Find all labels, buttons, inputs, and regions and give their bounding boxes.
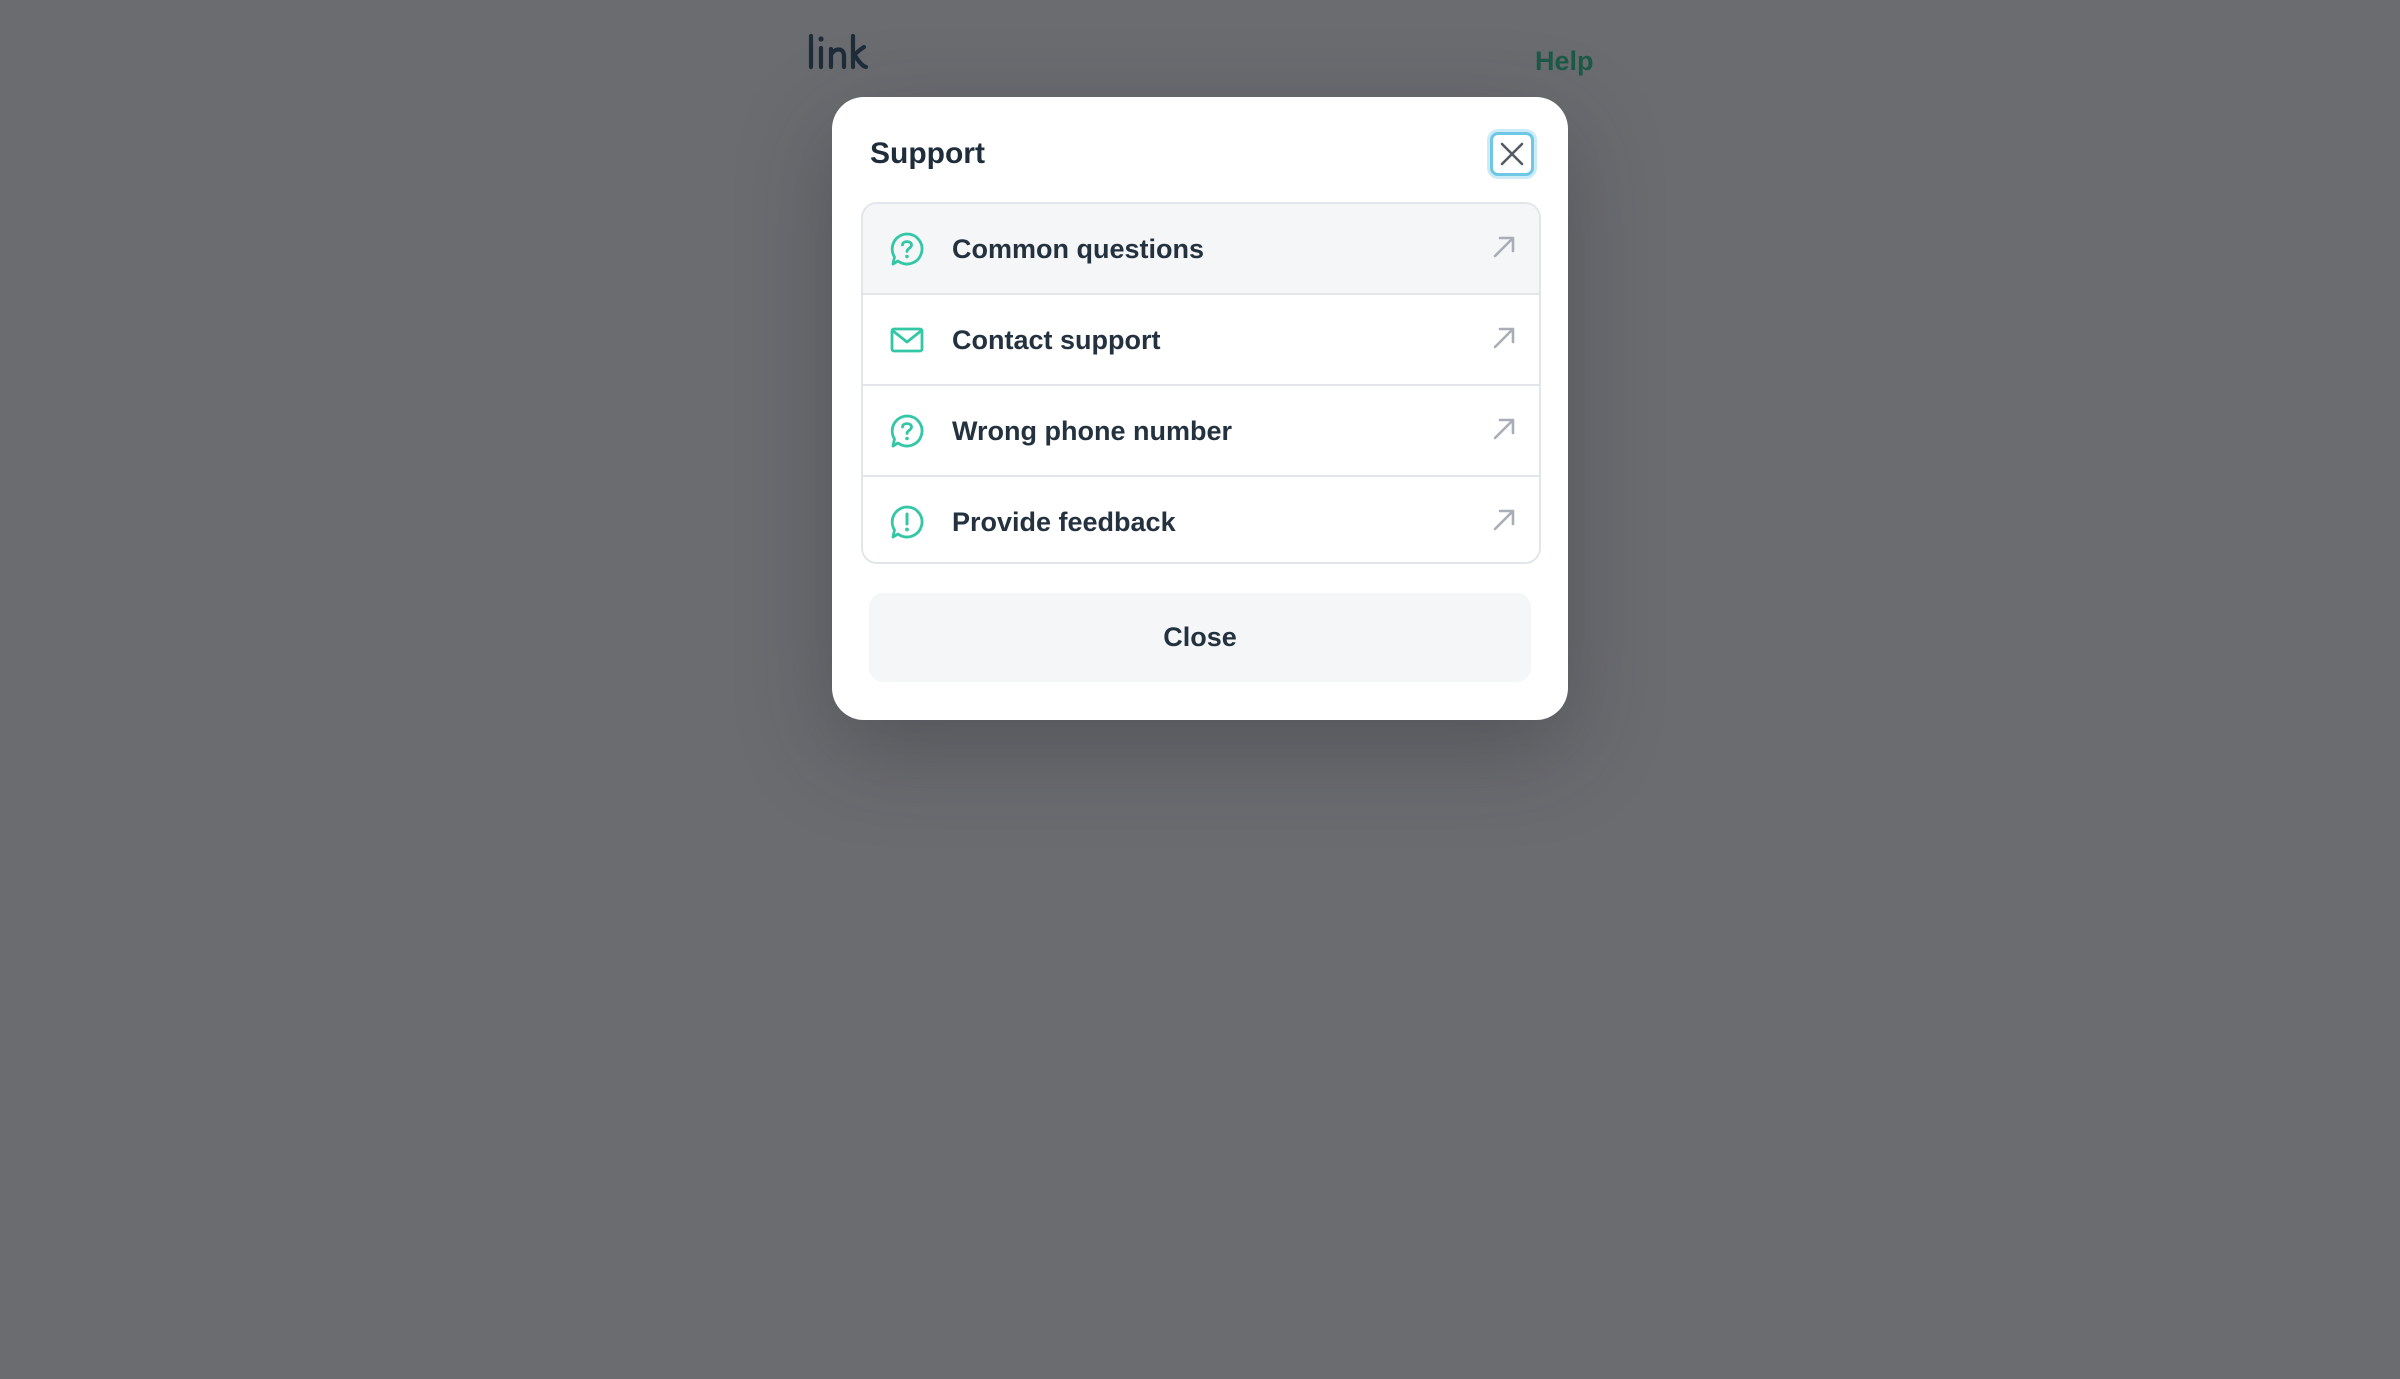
help-link[interactable]: Help: [1535, 46, 1594, 77]
option-label: Wrong phone number: [952, 416, 1232, 446]
close-button[interactable]: Close: [869, 593, 1531, 682]
external-arrow-icon: [1493, 509, 1515, 531]
support-modal: Support Common questions Contact support: [832, 97, 1568, 720]
external-arrow-icon: [1493, 418, 1515, 440]
page-header: Help: [0, 0, 2400, 100]
option-provide-feedback[interactable]: Provide feedback: [863, 475, 1539, 562]
link-logo: [808, 33, 868, 70]
exclamation-bubble-icon: [890, 505, 924, 539]
close-modal-button[interactable]: [1490, 132, 1534, 176]
option-label: Common questions: [952, 234, 1205, 264]
close-icon: [1500, 142, 1524, 166]
question-bubble-icon: [890, 414, 924, 448]
option-common-questions[interactable]: Common questions: [863, 204, 1539, 293]
external-arrow-icon: [1493, 236, 1515, 258]
modal-title: Support: [870, 137, 985, 170]
option-label: Provide feedback: [952, 507, 1176, 537]
option-wrong-phone-number[interactable]: Wrong phone number: [863, 384, 1539, 475]
mail-icon: [890, 327, 924, 353]
option-label: Contact support: [952, 325, 1161, 355]
option-contact-support[interactable]: Contact support: [863, 293, 1539, 384]
question-bubble-icon: [890, 232, 924, 266]
support-options-list: Common questions Contact support Wrong p…: [861, 202, 1541, 564]
external-arrow-icon: [1493, 327, 1515, 349]
